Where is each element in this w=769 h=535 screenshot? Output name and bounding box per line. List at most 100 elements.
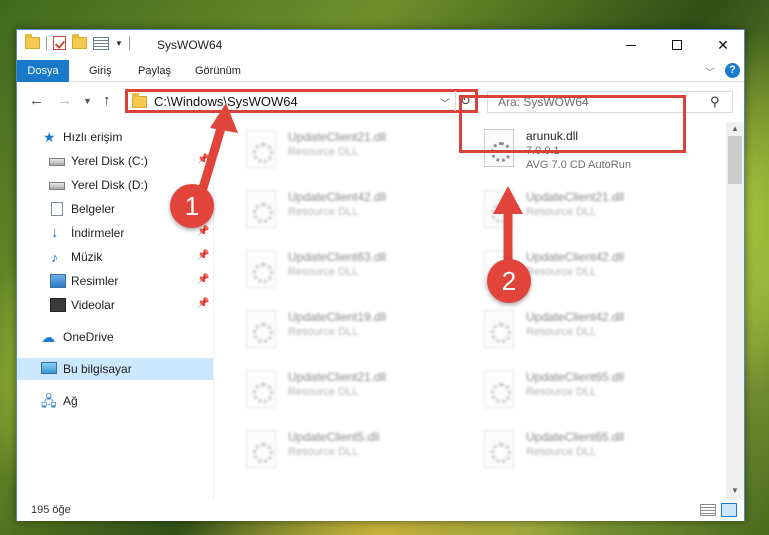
maximize-button[interactable] bbox=[654, 30, 700, 60]
item-count: 195 öğe bbox=[31, 504, 71, 516]
properties-check-icon[interactable] bbox=[53, 36, 66, 50]
file-type: Resource DLL bbox=[526, 326, 597, 338]
list-item[interactable]: UpdateClient21.dll Resource DLL bbox=[238, 366, 468, 418]
sidebar-item-label: İndirmeler bbox=[71, 226, 125, 240]
pin-icon[interactable]: 📌 bbox=[197, 298, 209, 309]
sidebar-item-this-pc[interactable]: Bu bilgisayar bbox=[17, 358, 213, 380]
folder-icon bbox=[132, 93, 147, 108]
sidebar-item-label: Müzik bbox=[71, 250, 103, 264]
up-arrow-icon[interactable]: ↑ bbox=[103, 92, 111, 109]
file-name: UpdateClient21.dll bbox=[526, 190, 625, 204]
list-item[interactable]: UpdateClient42.dll Resource DLL bbox=[238, 186, 468, 238]
address-dropdown-chevron-icon[interactable]: ﹀ bbox=[440, 95, 450, 110]
file-name: UpdateClient63.dll bbox=[288, 250, 387, 264]
tab-share[interactable]: Paylaş bbox=[138, 60, 171, 82]
window-title: SysWOW64 bbox=[157, 38, 223, 52]
properties-icon[interactable] bbox=[93, 36, 109, 50]
customize-toolbar-dropdown-icon[interactable]: ▼ bbox=[115, 39, 123, 48]
dll-file-icon bbox=[484, 190, 514, 228]
expand-ribbon-chevron-icon[interactable]: ﹀ bbox=[705, 64, 715, 79]
dll-file-icon bbox=[484, 430, 514, 468]
close-button[interactable]: ✕ bbox=[700, 30, 746, 60]
tab-file[interactable]: Dosya bbox=[17, 60, 69, 82]
file-type: Resource DLL bbox=[526, 266, 597, 278]
sidebar-item-pictures[interactable]: Resimler 📌 bbox=[17, 270, 213, 292]
file-name: UpdateClient42.dll bbox=[526, 250, 625, 264]
tab-view[interactable]: Görünüm bbox=[195, 60, 241, 82]
title-bar: ▼ SysWOW64 ✕ bbox=[17, 30, 744, 60]
details-view-icon[interactable] bbox=[700, 504, 716, 516]
file-type: Resource DLL bbox=[288, 266, 359, 278]
list-item[interactable]: UpdateClient21.dll Resource DLL bbox=[476, 186, 706, 238]
sidebar-item-network[interactable]: 🖧 Ağ bbox=[17, 390, 213, 412]
list-item[interactable]: UpdateClient21.dll Resource DLL bbox=[238, 126, 468, 178]
pictures-icon bbox=[50, 274, 66, 288]
tab-home[interactable]: Giriş bbox=[89, 60, 112, 82]
quick-access-toolbar: ▼ bbox=[25, 34, 130, 50]
file-name: UpdateClient42.dll bbox=[288, 190, 387, 204]
file-type: Resource DLL bbox=[288, 326, 359, 338]
help-icon[interactable]: ? bbox=[725, 63, 740, 78]
file-name: UpdateClient19.dll bbox=[288, 310, 387, 324]
file-description: AVG 7.0 CD AutoRun bbox=[526, 159, 631, 171]
file-name: UpdateClient21.dll bbox=[288, 130, 387, 144]
recent-locations-chevron-icon[interactable]: ▼ bbox=[83, 96, 92, 106]
file-type: Resource DLL bbox=[288, 386, 359, 398]
list-item[interactable]: UpdateClient19.dll Resource DLL bbox=[238, 306, 468, 358]
network-icon: 🖧 bbox=[41, 393, 57, 409]
scroll-down-arrow-icon[interactable]: ▼ bbox=[731, 486, 739, 495]
dll-file-icon bbox=[246, 310, 276, 348]
sidebar-item-label: Yerel Disk (D:) bbox=[71, 178, 148, 192]
file-type: Resource DLL bbox=[526, 386, 597, 398]
list-item[interactable]: UpdateClient42.dll Resource DLL bbox=[476, 306, 706, 358]
large-icons-view-icon[interactable] bbox=[721, 503, 737, 517]
step-2-badge: 2 bbox=[487, 259, 531, 303]
list-item[interactable]: UpdateClient65.dll Resource DLL bbox=[476, 426, 706, 478]
ribbon-tabs: Dosya Giriş Paylaş Görünüm ﹀ ? bbox=[17, 60, 744, 82]
file-type: Resource DLL bbox=[526, 446, 597, 458]
list-item[interactable]: UpdateClient63.dll Resource DLL bbox=[238, 246, 468, 298]
forward-arrow-icon[interactable]: → bbox=[57, 92, 72, 109]
toolbar-divider bbox=[46, 36, 47, 50]
dll-file-icon bbox=[484, 310, 514, 348]
list-item[interactable]: UpdateClient65.dll Resource DLL bbox=[476, 366, 706, 418]
file-name: UpdateClient21.dll bbox=[288, 370, 387, 384]
toolbar-divider bbox=[128, 36, 130, 50]
new-folder-icon[interactable] bbox=[72, 34, 87, 49]
sidebar-item-videos[interactable]: Videolar 📌 bbox=[17, 294, 213, 316]
pin-icon[interactable]: 📌 bbox=[197, 154, 209, 165]
sidebar-item-quick-access[interactable]: ★ Hızlı erişim bbox=[17, 126, 213, 148]
file-name: UpdateClient42.dll bbox=[526, 310, 625, 324]
vertical-scrollbar[interactable]: ▲ ▼ bbox=[726, 122, 744, 500]
music-note-icon: ♪ bbox=[51, 249, 58, 265]
address-path[interactable]: C:\Windows\SysWOW64 bbox=[154, 94, 298, 109]
pin-icon[interactable]: 📌 bbox=[197, 274, 209, 285]
sidebar-item-local-disk-c[interactable]: Yerel Disk (C:) 📌 bbox=[17, 150, 213, 172]
navigation-pane: ★ Hızlı erişim Yerel Disk (C:) 📌 Yerel D… bbox=[17, 122, 214, 500]
video-icon bbox=[50, 298, 66, 312]
drive-icon bbox=[49, 158, 65, 166]
address-bar[interactable]: C:\Windows\SysWOW64 ﹀ ↻ bbox=[125, 89, 478, 113]
pin-icon[interactable]: 📌 bbox=[197, 226, 209, 237]
scroll-up-arrow-icon[interactable]: ▲ bbox=[731, 124, 739, 133]
sidebar-item-music[interactable]: ♪ Müzik 📌 bbox=[17, 246, 213, 268]
scrollbar-thumb[interactable] bbox=[728, 136, 742, 184]
list-item[interactable]: UpdateClient5.dll Resource DLL bbox=[238, 426, 468, 478]
computer-icon bbox=[41, 362, 57, 374]
sidebar-item-label: Resimler bbox=[71, 274, 119, 288]
search-icon[interactable]: ⚲ bbox=[710, 94, 720, 110]
dll-file-icon bbox=[246, 190, 276, 228]
back-arrow-icon[interactable]: ← bbox=[29, 92, 44, 109]
sidebar-item-label: OneDrive bbox=[63, 330, 114, 344]
step-1-badge: 1 bbox=[170, 184, 214, 228]
download-arrow-icon: ↓ bbox=[51, 224, 59, 241]
status-bar: 195 öğe bbox=[17, 500, 744, 521]
minimize-button[interactable] bbox=[608, 30, 654, 60]
sidebar-item-label: Belgeler bbox=[71, 202, 116, 216]
highlight-box bbox=[459, 95, 686, 153]
maximize-icon bbox=[672, 40, 682, 50]
folder-icon[interactable] bbox=[25, 34, 40, 49]
pin-icon[interactable]: 📌 bbox=[197, 250, 209, 261]
sidebar-item-onedrive[interactable]: ☁ OneDrive bbox=[17, 326, 213, 348]
dll-file-icon bbox=[484, 370, 514, 408]
